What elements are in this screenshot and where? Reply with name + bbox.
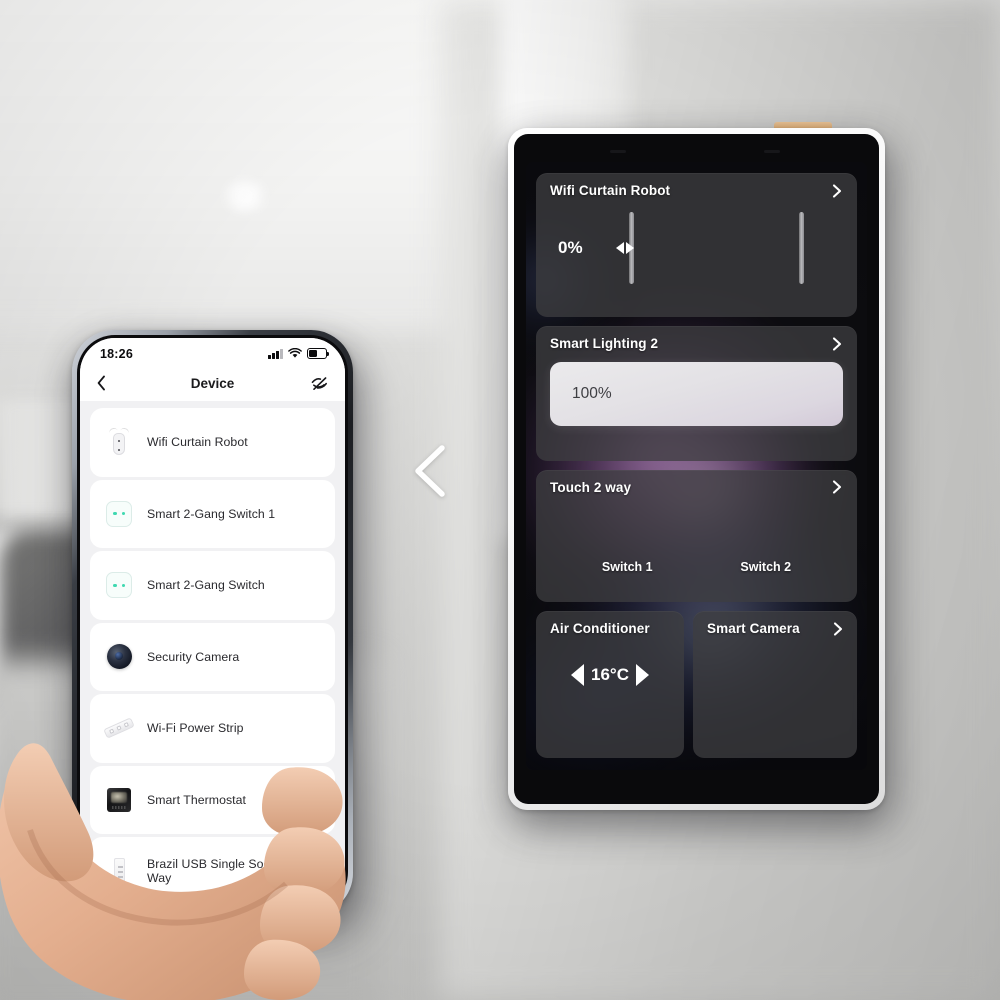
back-button[interactable] xyxy=(97,375,106,391)
curtain-percent: 0% xyxy=(558,238,583,257)
card-header: Air Conditioner xyxy=(536,611,684,636)
panel-bezel: Wifi Curtain Robot 0% Smart Lighting 2 1… xyxy=(514,134,879,804)
panel-screen: Wifi Curtain Robot 0% Smart Lighting 2 1… xyxy=(526,162,867,770)
cellular-signal-icon xyxy=(268,348,283,359)
card-title: Touch 2 way xyxy=(550,479,632,495)
chevron-left-icon[interactable] xyxy=(408,440,454,502)
card-touch-2-way[interactable]: Touch 2 way Switch 1 Switch 2 xyxy=(536,469,857,603)
chevron-right-icon[interactable] xyxy=(830,480,844,494)
card-header: Touch 2 way xyxy=(536,470,857,495)
card-header: Smart Lighting 2 xyxy=(536,326,857,351)
card-wifi-curtain-robot[interactable]: Wifi Curtain Robot 0% xyxy=(536,173,857,317)
list-item[interactable]: Smart 2-Gang Switch 1 xyxy=(90,479,335,548)
card-header: Smart Camera xyxy=(693,611,857,636)
card-title: Smart Lighting 2 xyxy=(550,336,659,351)
brightness-slider-area[interactable]: 100% xyxy=(536,351,857,441)
card-smart-camera[interactable]: Smart Camera xyxy=(693,611,857,758)
phone-status-bar: 18:26 xyxy=(80,338,345,365)
triangle-right-icon[interactable] xyxy=(635,664,649,687)
bottom-card-row: Air Conditioner 16°C Smart Camera xyxy=(536,611,857,758)
battery-icon xyxy=(307,348,330,359)
curtain-arrow-group[interactable] xyxy=(616,242,634,254)
proximity-sensor xyxy=(610,150,626,153)
triangle-left-icon[interactable] xyxy=(616,242,624,254)
switch-1-button[interactable]: Switch 1 xyxy=(602,560,653,574)
card-title: Air Conditioner xyxy=(550,621,650,637)
chevron-right-icon[interactable] xyxy=(830,336,844,351)
chevron-right-icon[interactable] xyxy=(830,183,844,198)
device-name: Smart 2-Gang Switch 1 xyxy=(147,506,276,521)
card-smart-lighting-2[interactable]: Smart Lighting 2 100% xyxy=(536,326,857,461)
switch-group: Switch 1 Switch 2 xyxy=(536,495,857,587)
temperature-stepper[interactable]: 16°C xyxy=(536,636,684,706)
card-title: Wifi Curtain Robot xyxy=(550,183,671,198)
list-item[interactable]: Wifi Curtain Robot xyxy=(90,408,335,477)
panel-frame: Wifi Curtain Robot 0% Smart Lighting 2 1… xyxy=(508,128,885,810)
triangle-right-icon[interactable] xyxy=(626,242,634,254)
status-time: 18:26 xyxy=(100,346,133,361)
brightness-percent: 100% xyxy=(572,385,612,402)
phone-nav-bar: Device xyxy=(80,365,345,401)
card-air-conditioner[interactable]: Air Conditioner 16°C xyxy=(536,611,684,758)
ambient-light-sensor xyxy=(764,150,780,153)
curtain-robot-icon xyxy=(104,425,134,459)
wifi-icon xyxy=(288,348,302,359)
brightness-slider[interactable]: 100% xyxy=(550,362,843,426)
hand xyxy=(0,580,380,1000)
page-title: Device xyxy=(190,375,235,391)
eye-off-icon[interactable] xyxy=(311,376,328,391)
curtain-control[interactable]: 0% xyxy=(536,198,857,298)
temperature-value: 16°C xyxy=(591,665,629,685)
gang-switch-icon xyxy=(104,497,134,531)
device-name: Wifi Curtain Robot xyxy=(147,435,248,450)
card-header: Wifi Curtain Robot xyxy=(536,173,857,198)
triangle-left-icon[interactable] xyxy=(571,664,584,687)
chevron-right-icon[interactable] xyxy=(831,622,845,636)
card-title: Smart Camera xyxy=(707,621,800,637)
curtain-rail-right xyxy=(799,212,804,284)
status-icon-group xyxy=(268,348,330,359)
switch-2-button[interactable]: Switch 2 xyxy=(740,560,791,574)
wall-control-panel: Wifi Curtain Robot 0% Smart Lighting 2 1… xyxy=(508,122,892,822)
